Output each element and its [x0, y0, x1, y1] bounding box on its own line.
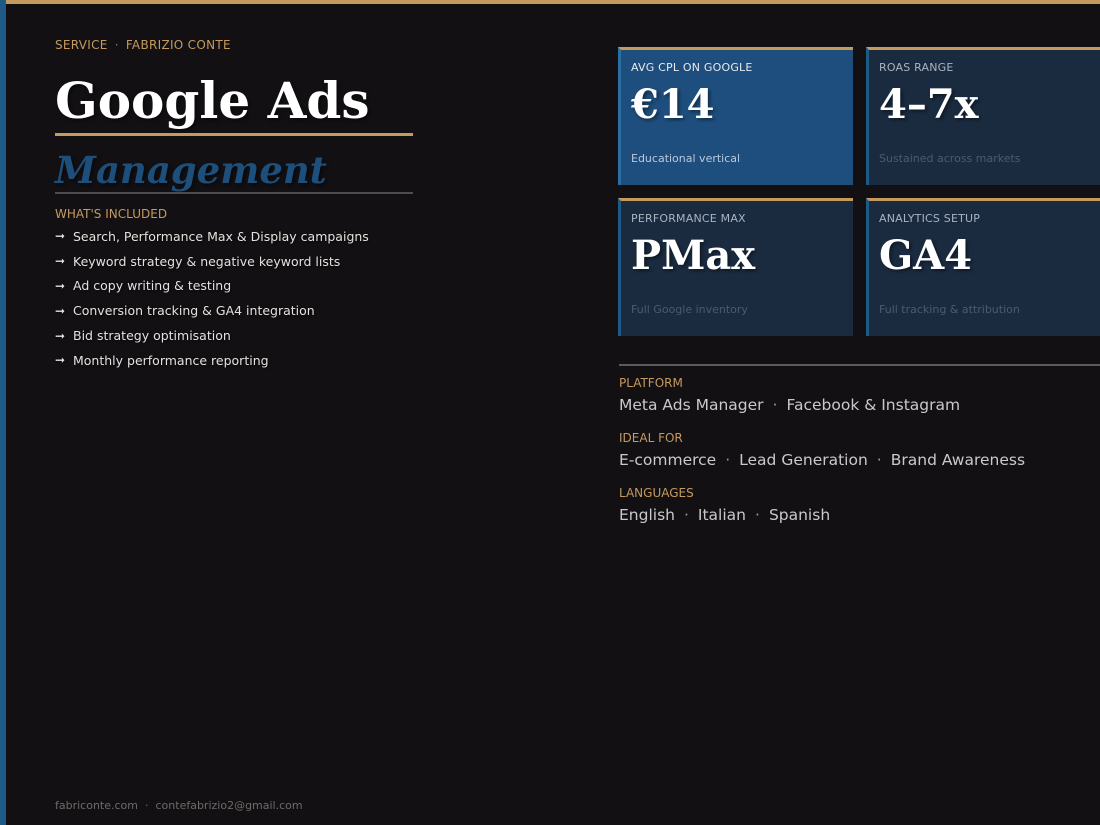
stat-card-note: Full Google inventory [631, 303, 748, 316]
language-value: English [619, 506, 675, 524]
meta-divider [619, 364, 1100, 366]
arrow-right-icon: ➞ [55, 278, 66, 293]
separator-dot: · [876, 451, 882, 469]
eyebrow: SERVICE · FABRIZIO CONTE [55, 38, 231, 52]
title-underline [55, 133, 413, 136]
separator-dot: · [725, 451, 731, 469]
eyebrow-service: SERVICE [55, 38, 108, 52]
list-item: ➞ Ad copy writing & testing [55, 274, 369, 299]
subtitle-underline [55, 192, 413, 194]
separator-dot: · [772, 396, 778, 414]
platform-value: Facebook & Instagram [786, 396, 961, 414]
stat-card-note: Educational vertical [631, 152, 741, 165]
languages-label: LANGUAGES [619, 486, 694, 500]
separator-dot: · [114, 38, 119, 52]
footer-email[interactable]: contefabrizio2@gmail.com [156, 799, 303, 812]
arrow-right-icon: ➞ [55, 254, 66, 269]
ideal-for-value: Brand Awareness [890, 451, 1026, 469]
list-item-text: Ad copy writing & testing [73, 278, 232, 294]
separator-dot: · [755, 506, 760, 524]
list-item: ➞ Conversion tracking & GA4 integration [55, 298, 369, 323]
stat-card-label: PERFORMANCE MAX [631, 212, 746, 225]
stat-card-value: 4–7x [879, 81, 979, 128]
footer: fabriconte.com · contefabrizio2@gmail.com [55, 799, 303, 812]
list-item-text: Search, Performance Max & Display campai… [73, 228, 369, 244]
footer-website[interactable]: fabriconte.com [55, 799, 138, 812]
list-item: ➞ Search, Performance Max & Display campa… [55, 224, 369, 249]
arrow-right-icon: ➞ [55, 353, 66, 368]
stat-card-analytics-setup: ANALYTICS SETUP GA4 Full tracking & attr… [866, 198, 1100, 336]
page-subtitle: Management [55, 148, 327, 192]
list-item-text: Monthly performance reporting [73, 352, 269, 368]
ideal-for-label: IDEAL FOR [619, 431, 683, 445]
list-item-text: Bid strategy optimisation [73, 328, 231, 344]
separator-dot: · [683, 506, 689, 524]
platform-value: Meta Ads Manager [619, 396, 764, 414]
stat-card-performance-max: PERFORMANCE MAX PMax Full Google invento… [618, 198, 853, 336]
list-item: ➞ Keyword strategy & negative keyword lis… [55, 249, 369, 274]
stat-card-label: ANALYTICS SETUP [879, 212, 981, 225]
left-accent-rule [0, 0, 6, 825]
list-item-text: Keyword strategy & negative keyword list… [73, 253, 341, 269]
separator-dot: · [145, 799, 149, 812]
stat-card-note: Full tracking & attribution [879, 303, 1020, 316]
stat-card-roas-range: ROAS RANGE 4–7x Sustained across markets [866, 47, 1100, 185]
list-item: ➞ Monthly performance reporting [55, 348, 369, 373]
stat-card-value: €14 [631, 81, 715, 128]
platform-label: PLATFORM [619, 376, 683, 390]
ideal-for-value: Lead Generation [739, 451, 868, 469]
top-accent-rule [0, 0, 1100, 4]
arrow-right-icon: ➞ [55, 303, 66, 318]
arrow-right-icon: ➞ [55, 328, 66, 343]
ideal-for-values: E-commerce · Lead Generation · Brand Awarene… [619, 451, 1025, 469]
arrow-right-icon: ➞ [55, 229, 66, 244]
page-title: Google Ads [55, 71, 370, 130]
ideal-for-value: E-commerce [619, 451, 717, 469]
stat-card-value: PMax [631, 232, 756, 279]
stat-card-value: GA4 [879, 232, 973, 279]
list-item: ➞ Bid strategy optimisation [55, 323, 369, 348]
platform-values: Meta Ads Manager · Facebook & Instagram [619, 396, 960, 414]
language-value: Spanish [768, 506, 831, 524]
stat-card-note: Sustained across markets [879, 152, 1021, 165]
stat-card-avg-cpl: AVG CPL ON GOOGLE €14 Educational vertic… [618, 47, 853, 185]
eyebrow-name: FABRIZIO CONTE [125, 38, 231, 52]
included-list: ➞ Search, Performance Max & Display campa… [55, 224, 369, 373]
stat-card-label: ROAS RANGE [879, 61, 954, 74]
stat-card-label: AVG CPL ON GOOGLE [631, 61, 753, 74]
service-page: SERVICE · FABRIZIO CONTE Google Ads Manage… [0, 0, 1100, 825]
included-label: WHAT'S INCLUDED [55, 207, 168, 221]
languages-values: English · Italian · Spanish [619, 506, 830, 524]
language-value: Italian [697, 506, 746, 524]
list-item-text: Conversion tracking & GA4 integration [73, 303, 315, 319]
